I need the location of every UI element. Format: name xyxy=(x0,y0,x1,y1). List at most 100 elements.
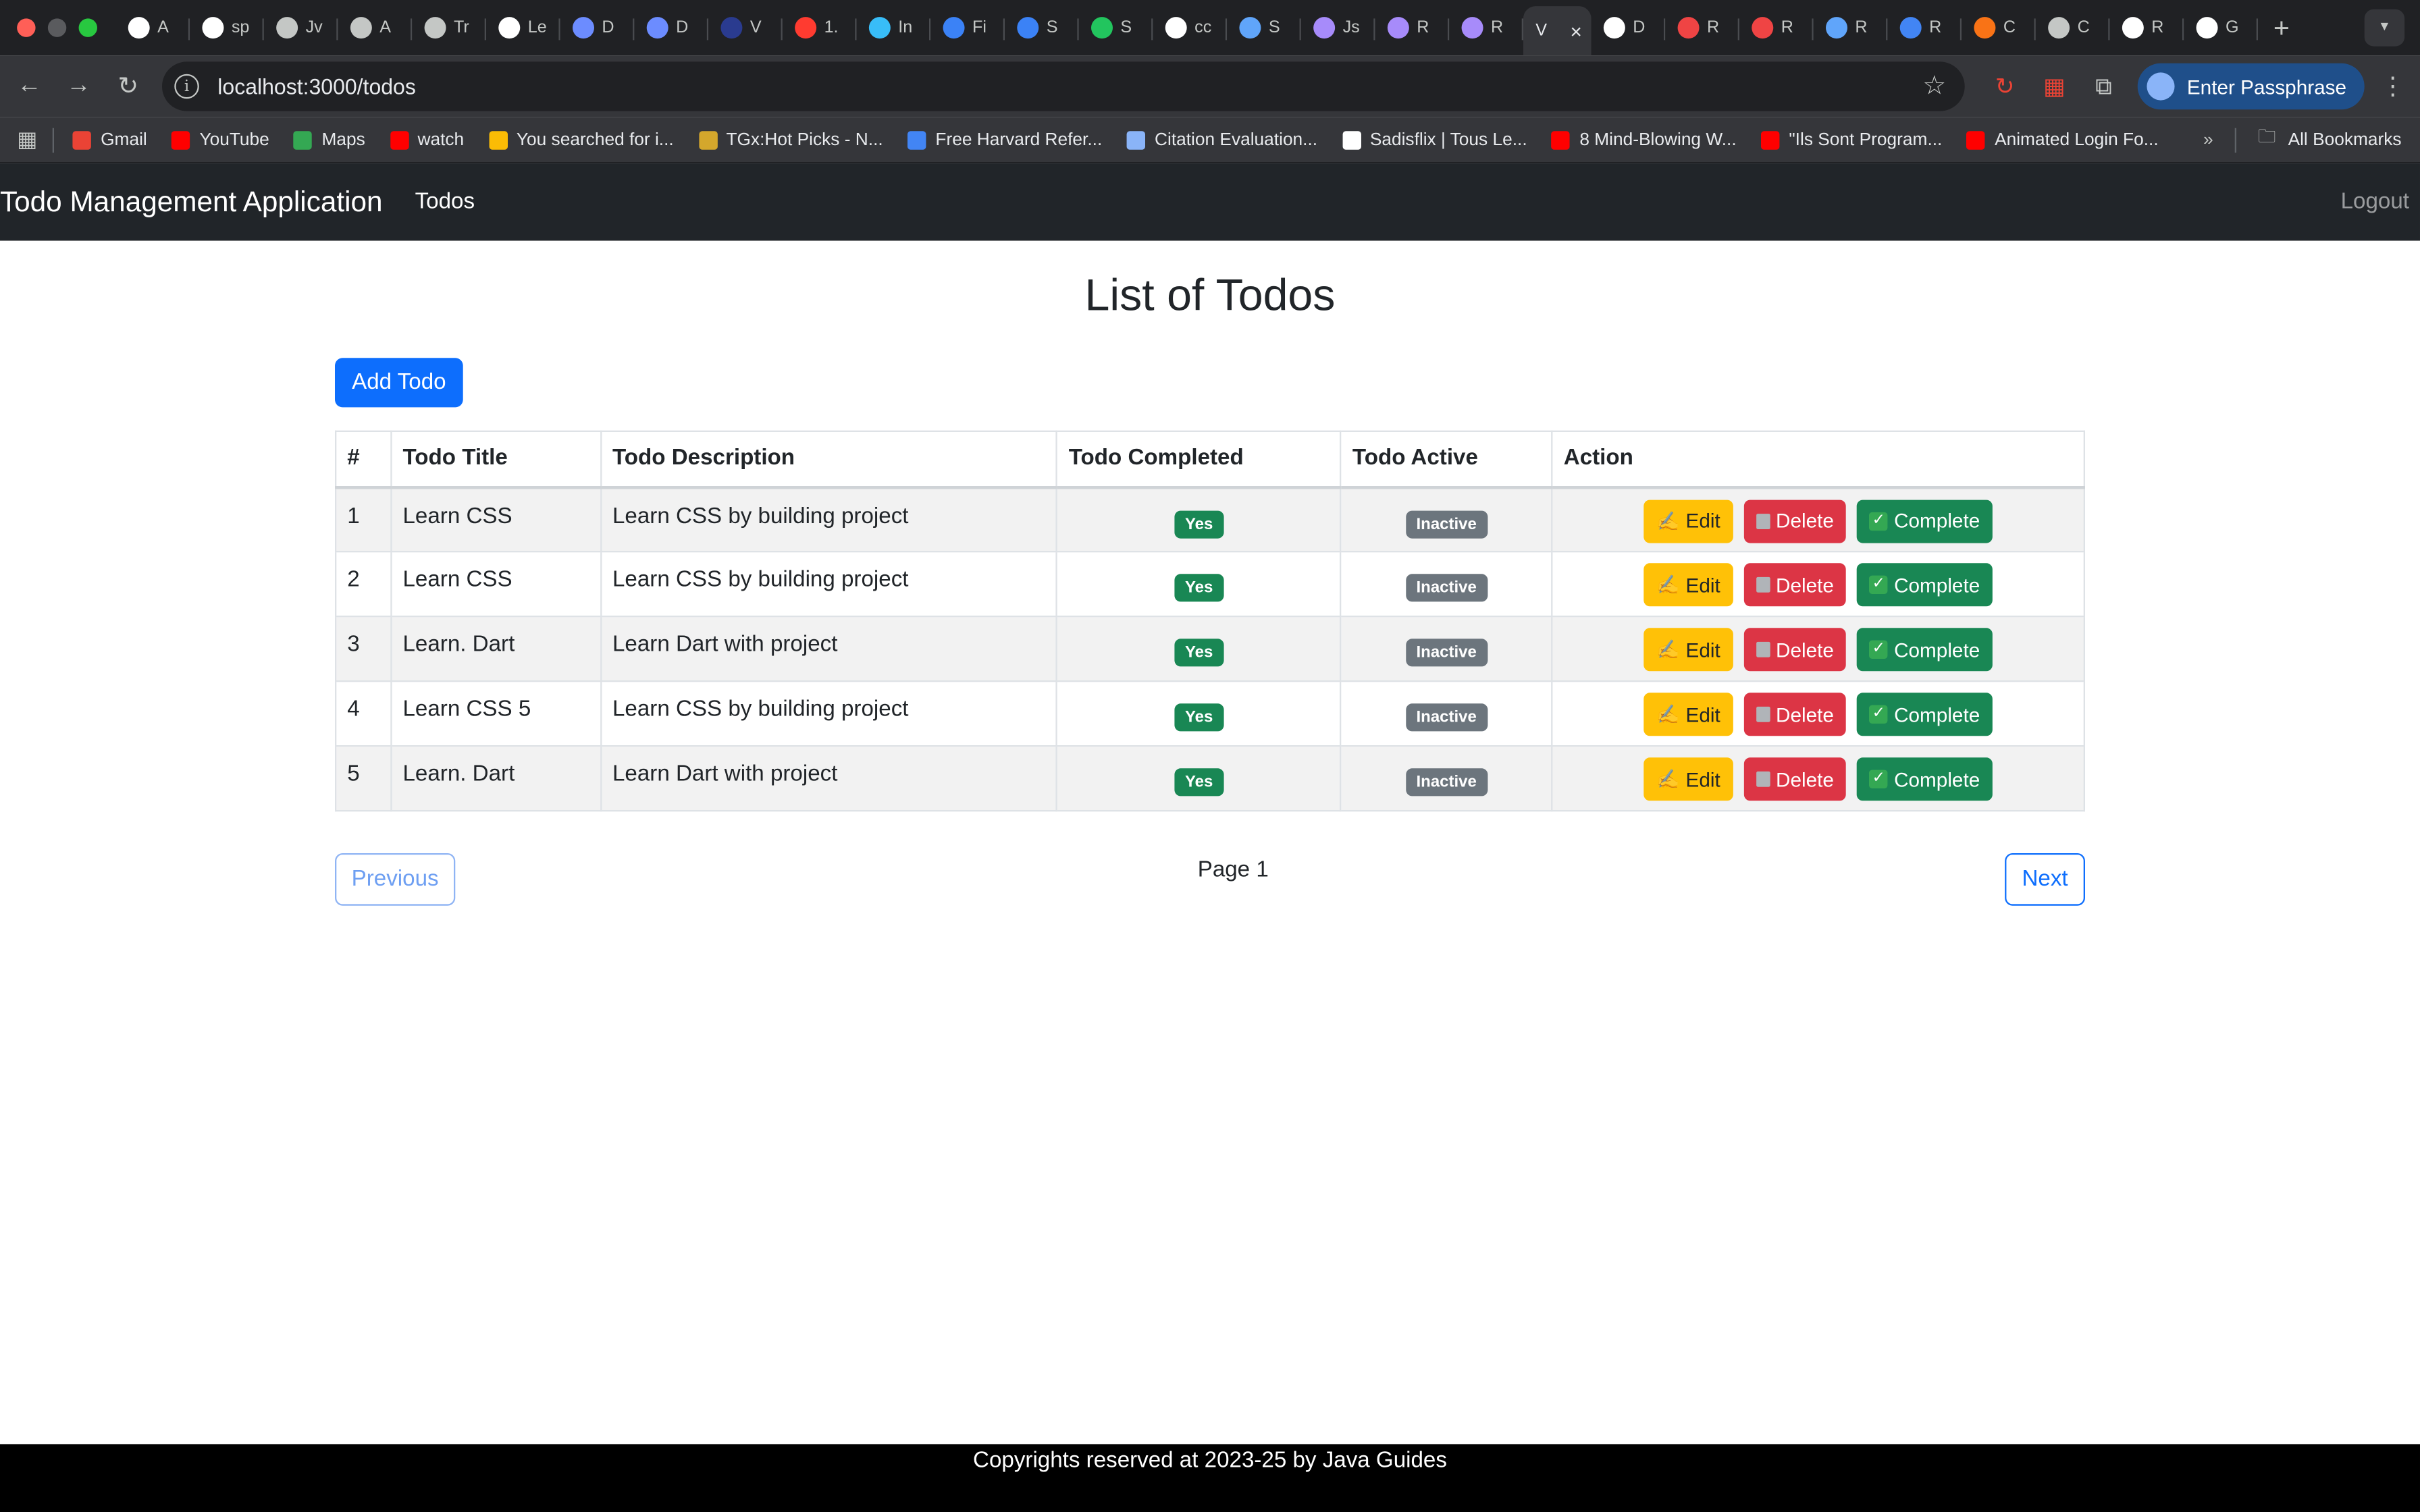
tab-label: R xyxy=(1855,18,1868,37)
completed-badge: Yes xyxy=(1174,574,1224,602)
browser-tab[interactable]: Le xyxy=(486,6,560,49)
bookmark-star-icon[interactable]: ☆ xyxy=(1922,71,1946,102)
browser-tab[interactable]: S xyxy=(1005,6,1079,49)
extension-gift-icon[interactable]: ▦ xyxy=(2030,72,2079,101)
browser-tab[interactable]: R xyxy=(1814,6,1888,49)
tab-label: C xyxy=(2003,18,2016,37)
bookmark-item[interactable]: Gmail xyxy=(72,130,147,149)
maximize-window-button[interactable] xyxy=(78,18,97,37)
browser-tab[interactable]: cc xyxy=(1153,6,1228,49)
browser-tab[interactable]: Js xyxy=(1301,6,1375,49)
browser-tab[interactable]: G xyxy=(2184,6,2258,49)
browser-tab[interactable]: A xyxy=(115,6,190,49)
browser-tab[interactable]: Fi xyxy=(930,6,1005,49)
logout-link[interactable]: Logout xyxy=(2341,190,2409,215)
browser-tab[interactable]: R xyxy=(1739,6,1814,49)
all-bookmarks-link[interactable]: All Bookmarks xyxy=(2288,130,2402,148)
delete-button[interactable]: Delete xyxy=(1743,499,1847,543)
edit-label: Edit xyxy=(1685,703,1720,726)
browser-tab[interactable]: D xyxy=(1592,6,1666,49)
edit-button[interactable]: ✍ Edit xyxy=(1643,628,1733,672)
tab-label: R xyxy=(1929,18,1942,37)
bookmark-item[interactable]: Animated Login Fo... xyxy=(1966,130,2159,149)
profile-passphrase-button[interactable]: Enter Passphrase xyxy=(2137,63,2365,110)
back-button[interactable]: ← xyxy=(5,61,54,111)
tab-active[interactable]: V × xyxy=(1523,6,1592,56)
col-header-action: Action xyxy=(1551,430,2085,489)
bookmark-item[interactable]: watch xyxy=(390,130,464,149)
new-tab-button[interactable]: + xyxy=(2273,11,2290,44)
browser-tab[interactable]: V xyxy=(708,6,783,49)
bookmark-item[interactable]: 8 Mind-Blowing W... xyxy=(1552,130,1737,149)
extensions-puzzle-icon[interactable]: ⧉ xyxy=(2079,74,2128,100)
browser-tab[interactable]: sp xyxy=(190,6,264,49)
delete-button[interactable]: Delete xyxy=(1743,757,1847,801)
bookmark-item[interactable]: Citation Evaluation... xyxy=(1126,130,1317,149)
browser-tab[interactable]: R xyxy=(2110,6,2184,49)
complete-button[interactable]: ✓ Complete xyxy=(1857,563,1993,607)
browser-tab[interactable]: A xyxy=(338,6,413,49)
complete-button[interactable]: ✓ Complete xyxy=(1857,499,1993,543)
bookmark-item[interactable]: Free Harvard Refer... xyxy=(908,130,1102,149)
complete-button[interactable]: ✓ Complete xyxy=(1857,693,1993,736)
extension-refresh-icon[interactable]: ↻ xyxy=(1980,72,2030,101)
edit-button[interactable]: ✍ Edit xyxy=(1643,693,1733,736)
browser-tab[interactable]: R xyxy=(1887,6,1962,49)
browser-tab[interactable]: In xyxy=(857,6,931,49)
bookmark-item[interactable]: TGx:Hot Picks - N... xyxy=(698,130,883,149)
pencil-icon: ✍ xyxy=(1656,768,1680,790)
minimize-window-button[interactable] xyxy=(47,18,67,37)
browser-menu-icon[interactable]: ⋮ xyxy=(2380,71,2405,102)
edit-button[interactable]: ✍ Edit xyxy=(1643,563,1733,607)
cell-title: Learn. Dart xyxy=(390,745,602,812)
next-page-button[interactable]: Next xyxy=(2005,853,2085,906)
browser-tab[interactable]: Tr xyxy=(412,6,486,49)
edit-button[interactable]: ✍ Edit xyxy=(1643,499,1733,543)
browser-tab[interactable]: 1. xyxy=(783,6,857,49)
delete-button[interactable]: Delete xyxy=(1743,563,1847,607)
complete-button[interactable]: ✓ Complete xyxy=(1857,757,1993,801)
tab-search-button[interactable]: ▾ xyxy=(2364,9,2405,47)
cell-description: Learn CSS by building project xyxy=(600,680,1058,747)
previous-page-button[interactable]: Previous xyxy=(334,853,456,906)
more-bookmarks-chevron-icon[interactable]: » xyxy=(2203,130,2213,148)
browser-tab[interactable]: C xyxy=(2036,6,2110,49)
bookmark-item[interactable]: YouTube xyxy=(172,130,269,149)
forward-button[interactable]: → xyxy=(54,61,103,111)
browser-tab[interactable]: R xyxy=(1375,6,1450,49)
browser-tab[interactable]: Jv xyxy=(264,6,338,49)
complete-label: Complete xyxy=(1894,573,1980,597)
bookmark-item[interactable]: Sadisflix | Tous Le... xyxy=(1342,130,1527,149)
bookmark-label: Maps xyxy=(321,130,365,149)
browser-tab[interactable]: D xyxy=(634,6,709,49)
browser-tab[interactable]: S xyxy=(1079,6,1153,49)
bookmark-item[interactable]: "Ils Sont Program... xyxy=(1761,130,1942,149)
complete-button[interactable]: ✓ Complete xyxy=(1857,628,1993,672)
close-window-button[interactable] xyxy=(17,18,36,37)
complete-label: Complete xyxy=(1894,767,1980,791)
site-info-icon[interactable]: i xyxy=(174,74,199,99)
browser-tab[interactable]: R xyxy=(1665,6,1739,49)
check-icon: ✓ xyxy=(1869,511,1888,531)
browser-tab[interactable]: R xyxy=(1449,6,1523,49)
completed-badge: Yes xyxy=(1174,703,1224,732)
tab-favicon-icon xyxy=(2048,17,2070,39)
edit-button[interactable]: ✍ Edit xyxy=(1643,757,1733,801)
apps-grid-icon[interactable]: ▦ xyxy=(17,126,37,153)
add-todo-button[interactable]: Add Todo xyxy=(334,358,463,408)
bookmark-favicon-icon xyxy=(72,130,92,149)
browser-tab[interactable]: S xyxy=(1227,6,1301,49)
delete-button[interactable]: Delete xyxy=(1743,693,1847,736)
browser-tab[interactable]: C xyxy=(1962,6,2036,49)
nav-todos-link[interactable]: Todos xyxy=(415,190,475,215)
browser-tab[interactable]: D xyxy=(560,6,635,49)
address-bar[interactable]: i localhost:3000/todos ☆ xyxy=(161,61,1965,111)
app-brand[interactable]: Todo Management Application xyxy=(0,185,383,219)
bookmark-label: TGx:Hot Picks - N... xyxy=(726,130,883,149)
tab-label: sp xyxy=(231,18,250,37)
close-tab-icon[interactable]: × xyxy=(1570,20,1581,43)
delete-button[interactable]: Delete xyxy=(1743,628,1847,672)
bookmark-item[interactable]: You searched for i... xyxy=(488,130,674,149)
bookmark-item[interactable]: Maps xyxy=(294,130,365,149)
reload-button[interactable]: ↻ xyxy=(103,61,153,111)
